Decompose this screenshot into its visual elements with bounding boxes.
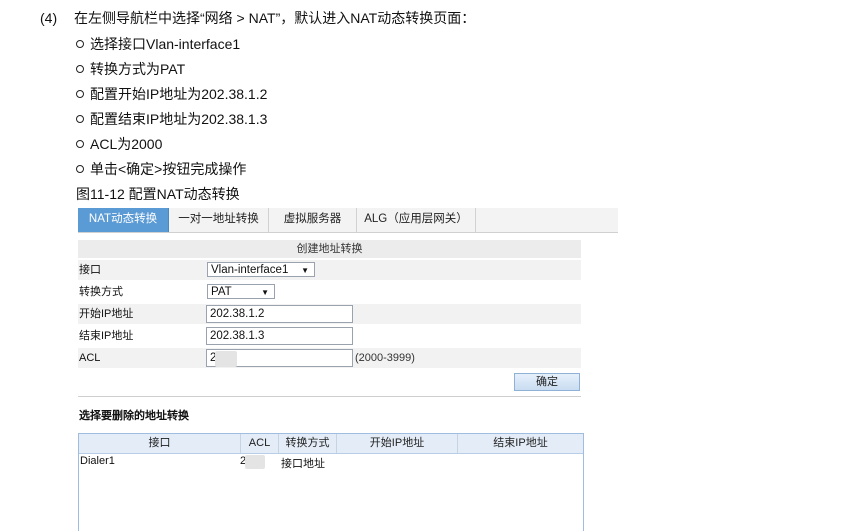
acl-range-hint: (2000-3999) [355,352,415,364]
bullet-item: ACL为2000 [76,134,267,159]
delete-list-title: 选择要删除的地址转换 [79,410,189,422]
column-interface: 接口 [79,434,241,453]
bullet-item: 单击<确定>按钮完成操作 [76,159,267,184]
bullet-text: 单击<确定>按钮完成操作 [90,161,247,177]
interface-label: 接口 [79,264,101,276]
figure-caption: 图11-12 配置NAT动态转换 [76,186,240,202]
document-page: (4) 在左侧导航栏中选择“网络 > NAT”，默认进入NAT动态转换页面： 选择… [0,0,859,531]
acl-row: ACL 2 (2000-3999) [78,348,581,368]
mode-select-value: PAT [211,286,232,298]
tab-virtual-server[interactable]: 虚拟服务器 [269,208,357,232]
end-ip-label: 结束IP地址 [79,330,134,342]
bullet-text: 转换方式为PAT [90,61,186,77]
mode-row: 转换方式 PAT ▼ [78,282,581,302]
end-ip-input[interactable]: 202.38.1.3 [206,327,353,345]
column-end-ip: 结束IP地址 [493,437,548,449]
bullet-item: 选择接口Vlan-interface1 [76,34,267,59]
acl-input[interactable]: 2 [206,349,353,367]
bullet-item: 配置开始IP地址为202.38.1.2 [76,84,267,109]
bullet-text: 配置开始IP地址为202.38.1.2 [90,86,268,102]
nat-list-table: 接口 ACL 转换方式 开始IP地址 结束IP地址 Dialer1 2 接口地址 [78,433,584,531]
redacted-blur [245,455,265,469]
table-header: 接口 ACL 转换方式 开始IP地址 结束IP地址 [79,434,583,454]
mode-label: 转换方式 [79,286,123,298]
step-text: 在左侧导航栏中选择“网络 > NAT”，默认进入NAT动态转换页面： [74,10,476,26]
cell-interface: Dialer1 [80,455,115,467]
tab-one-to-one[interactable]: 一对一地址转换 [169,208,269,232]
bullet-circle-icon [76,165,84,174]
start-ip-label: 开始IP地址 [79,308,134,320]
interface-row: 接口 Vlan-interface1 ▼ [78,260,581,280]
form-title: 创建地址转换 [78,240,581,258]
interface-select[interactable]: Vlan-interface1 ▼ [207,262,315,277]
mode-select[interactable]: PAT ▼ [207,284,275,299]
bullet-circle-icon [76,40,84,49]
end-ip-row: 结束IP地址 202.38.1.3 [78,326,581,346]
cell-mode: 接口地址 [281,458,325,470]
nat-config-screenshot: NAT动态转换 一对一地址转换 虚拟服务器 ALG（应用层网关） 创建地址转换 … [78,208,618,531]
tab-alg[interactable]: ALG（应用层网关） [357,208,476,232]
tab-bar: NAT动态转换 一对一地址转换 虚拟服务器 ALG（应用层网关） [78,208,618,233]
bullet-circle-icon [76,115,84,124]
bullet-text: ACL为2000 [90,136,163,152]
ok-button[interactable]: 确定 [514,373,580,391]
bullet-text: 配置结束IP地址为202.38.1.3 [90,111,268,127]
tab-nat-dynamic[interactable]: NAT动态转换 [78,208,169,232]
bullet-circle-icon [76,140,84,149]
dropdown-arrow-icon: ▼ [261,288,269,297]
dropdown-arrow-icon: ▼ [301,266,309,275]
acl-label: ACL [79,352,101,364]
start-ip-input[interactable]: 202.38.1.2 [206,305,353,323]
bullet-item: 配置结束IP地址为202.38.1.3 [76,109,267,134]
bullet-text: 选择接口Vlan-interface1 [90,36,241,52]
bullet-circle-icon [76,90,84,99]
step-number: (4) [40,10,58,26]
column-acl: ACL [241,434,279,453]
bullet-item: 转换方式为PAT [76,59,267,84]
redacted-blur [215,351,237,367]
column-mode: 转换方式 [279,434,337,453]
start-ip-row: 开始IP地址 202.38.1.2 [78,304,581,324]
interface-select-value: Vlan-interface1 [211,264,289,276]
section-divider [78,396,581,397]
bullet-list: 选择接口Vlan-interface1 转换方式为PAT 配置开始IP地址为20… [76,34,267,184]
step-line: (4) 在左侧导航栏中选择“网络 > NAT”，默认进入NAT动态转换页面： [40,8,475,28]
column-start-ip: 开始IP地址 [337,434,458,453]
bullet-circle-icon [76,65,84,74]
